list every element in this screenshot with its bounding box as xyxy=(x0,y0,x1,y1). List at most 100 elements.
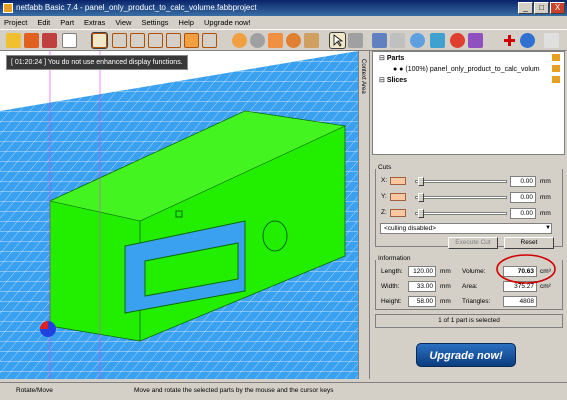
volume-label: Volume: xyxy=(462,268,486,275)
cut-z-label: Z: xyxy=(381,209,387,216)
3d-viewport[interactable]: [ 01:20:24 ] You do not use enhanced dis… xyxy=(0,51,358,379)
upgrade-now-button[interactable]: Upgrade now! xyxy=(416,343,516,367)
cursor-select-icon[interactable] xyxy=(329,32,346,49)
new-project-icon[interactable] xyxy=(6,33,21,48)
context-area-label: Context Area xyxy=(360,59,366,94)
cut-y-label: Y: xyxy=(381,193,387,200)
execute-cut-button[interactable]: Execute Cut xyxy=(448,237,498,249)
selection-status: 1 of 1 part is selected xyxy=(375,314,563,328)
slice-icon[interactable] xyxy=(430,33,445,48)
wireframe-icon[interactable] xyxy=(250,33,265,48)
view-left-icon[interactable] xyxy=(148,33,163,48)
part-icon: ● ● xyxy=(393,66,404,73)
light-icon[interactable] xyxy=(286,33,301,48)
cut-x-unit: mm xyxy=(540,178,551,185)
cut-x-thumb[interactable] xyxy=(418,177,424,186)
toolbar xyxy=(0,29,567,51)
width-label: Width: xyxy=(381,283,400,290)
length-value: 120.00 xyxy=(408,266,436,277)
width-value: 33.00 xyxy=(408,281,436,292)
open-icon[interactable] xyxy=(24,33,39,48)
height-unit: mm xyxy=(440,298,451,305)
open-folder-icon[interactable] xyxy=(552,76,560,83)
height-value: 58.00 xyxy=(408,296,436,307)
project-tree: ⊟ Parts ● ● (100%) panel_only_product_to… xyxy=(372,51,565,155)
cut-x-slider[interactable] xyxy=(415,180,507,183)
menu-view[interactable]: View xyxy=(115,18,131,27)
status-mode: Rotate/Move xyxy=(16,387,53,394)
settings-icon[interactable] xyxy=(544,33,559,48)
cut-z-thumb[interactable] xyxy=(418,209,424,218)
view-back-icon[interactable] xyxy=(130,33,145,48)
texture-icon[interactable] xyxy=(468,33,483,48)
part-round-hole xyxy=(262,220,288,252)
part-pivot xyxy=(175,210,183,218)
cut-z-color xyxy=(390,209,406,217)
shading-icon[interactable] xyxy=(232,33,247,48)
close-button[interactable]: X xyxy=(550,2,565,14)
minimize-button[interactable]: _ xyxy=(518,2,533,14)
tree-parts-label: Parts xyxy=(386,55,405,62)
material-icon[interactable] xyxy=(268,33,283,48)
context-area-tab[interactable]: Context Area xyxy=(358,51,370,379)
height-label: Height: xyxy=(381,298,402,305)
length-label: Length: xyxy=(381,268,403,275)
move-icon[interactable] xyxy=(348,33,363,48)
add-part-icon[interactable] xyxy=(42,33,57,48)
menu-help[interactable]: Help xyxy=(179,18,194,27)
window-title: netfabb Basic 7.4 - panel_only_product_t… xyxy=(16,3,257,12)
maximize-button[interactable]: □ xyxy=(534,2,549,14)
tree-slices-label: Slices xyxy=(386,77,408,84)
right-panel: ⊟ Parts ● ● (100%) panel_only_product_to… xyxy=(370,51,567,379)
tree-part-name: (100%) panel_only_product_to_calc_volum xyxy=(405,66,540,73)
screenshot-icon[interactable] xyxy=(62,33,77,48)
menu-upgrade[interactable]: Upgrade now! xyxy=(204,18,251,27)
cut-x-input[interactable]: 0.00 xyxy=(510,176,536,187)
tree-slices-row[interactable]: ⊟ Slices xyxy=(379,76,407,86)
area-label: Area: xyxy=(462,283,478,290)
culling-select[interactable]: <culling disabled> xyxy=(380,223,552,234)
triangles-value: 4808 xyxy=(503,296,537,307)
cut-x-color xyxy=(390,177,406,185)
cut-y-color xyxy=(390,193,406,201)
view-right-icon[interactable] xyxy=(166,33,181,48)
repair-icon[interactable] xyxy=(372,33,387,48)
cut-y-input[interactable]: 0.00 xyxy=(510,192,536,203)
cut-y-thumb[interactable] xyxy=(418,193,424,202)
tree-part-row[interactable]: ● ● (100%) panel_only_product_to_calc_vo… xyxy=(393,65,540,75)
volume-highlight-circle xyxy=(496,254,556,284)
cut-y-unit: mm xyxy=(540,194,551,201)
view-bottom-icon[interactable] xyxy=(202,33,217,48)
chevron-down-icon[interactable]: ▼ xyxy=(545,225,551,231)
measure-icon[interactable] xyxy=(390,33,405,48)
tree-parts-row[interactable]: ⊟ Parts xyxy=(379,54,404,64)
cut-z-slider[interactable] xyxy=(415,212,507,215)
color-icon[interactable] xyxy=(450,33,465,48)
display-tooltip: [ 01:20:24 ] You do not use enhanced dis… xyxy=(6,55,188,70)
cut-z-unit: mm xyxy=(540,210,551,217)
length-unit: mm xyxy=(440,268,451,275)
menu-bar: Project Edit Part Extras View Settings H… xyxy=(0,16,567,29)
cut-y-slider[interactable] xyxy=(415,196,507,199)
menu-part[interactable]: Part xyxy=(60,18,74,27)
grid-icon[interactable] xyxy=(304,33,319,48)
cut-z-input[interactable]: 0.00 xyxy=(510,208,536,219)
view-default-icon[interactable] xyxy=(91,32,108,49)
view-front-icon[interactable] xyxy=(112,33,127,48)
menu-extras[interactable]: Extras xyxy=(84,18,105,27)
reset-button[interactable]: Reset xyxy=(504,237,554,249)
analysis-icon[interactable] xyxy=(410,33,425,48)
status-hint: Move and rotate the selected parts by th… xyxy=(134,387,334,394)
help-icon[interactable] xyxy=(520,33,535,48)
app-icon xyxy=(3,3,13,13)
open-folder-icon[interactable] xyxy=(552,65,560,72)
menu-edit[interactable]: Edit xyxy=(37,18,50,27)
triangles-label: Triangles: xyxy=(462,298,491,305)
open-folder-icon[interactable] xyxy=(552,54,560,61)
menu-project[interactable]: Project xyxy=(4,18,27,27)
view-top-icon[interactable] xyxy=(184,33,199,48)
plus-icon[interactable] xyxy=(502,33,517,48)
status-bar: Rotate/Move Move and rotate the selected… xyxy=(0,382,567,400)
width-unit: mm xyxy=(440,283,451,290)
menu-settings[interactable]: Settings xyxy=(141,18,168,27)
